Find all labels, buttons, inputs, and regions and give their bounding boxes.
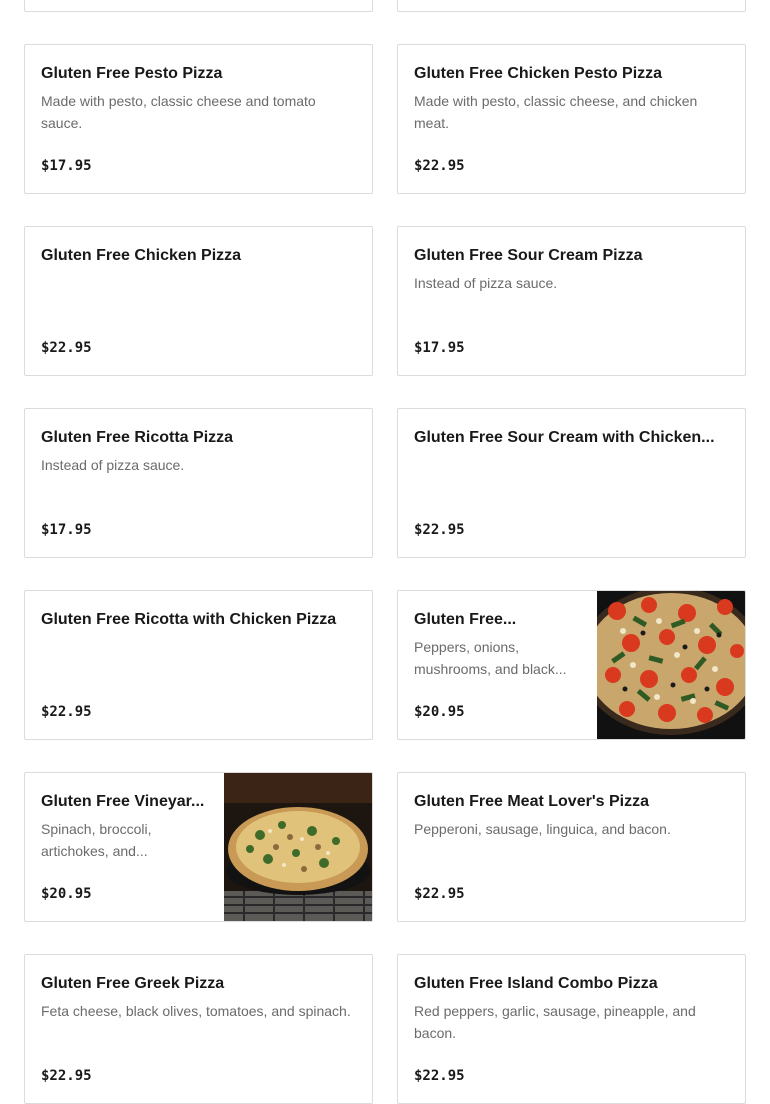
item-description: Spinach, broccoli, artichokes, and... [41, 821, 152, 859]
item-description: Instead of pizza sauce. [414, 275, 558, 291]
menu-item-card[interactable] [24, 0, 373, 12]
item-name: Gluten Free Sour Cream with Chicken... [414, 429, 715, 446]
item-price: $17.95 [41, 522, 92, 538]
menu-item-card[interactable]: Gluten Free Island Combo Pizza Red peppe… [397, 954, 746, 1104]
item-price: $17.95 [414, 340, 465, 356]
item-description: Red peppers, garlic, sausage, pineapple,… [414, 1003, 696, 1041]
veggie-pizza-photo[interactable] [597, 591, 745, 739]
item-description: Made with pesto, classic cheese and toma… [41, 93, 316, 131]
menu-item-card[interactable]: Gluten Free Vineyar... Spinach, broccoli… [24, 772, 373, 922]
item-description: Feta cheese, black olives, tomatoes, and… [41, 1003, 351, 1019]
menu-item-card[interactable]: Gluten Free Chicken Pesto Pizza Made wit… [397, 44, 746, 194]
item-description: Made with pesto, classic cheese, and chi… [414, 93, 698, 131]
menu-item-card[interactable]: Gluten Free Greek Pizza Feta cheese, bla… [24, 954, 373, 1104]
item-name: Gluten Free... [414, 611, 517, 628]
menu-item-card[interactable]: Gluten Free Pesto Pizza Made with pesto,… [24, 44, 373, 194]
menu-item-card[interactable]: Gluten Free Ricotta Pizza Instead of piz… [24, 408, 373, 558]
item-name: Gluten Free Ricotta Pizza [41, 429, 234, 446]
menu-item-card[interactable]: Gluten Free Sour Cream Pizza Instead of … [397, 226, 746, 376]
item-name: Gluten Free Pesto Pizza [41, 65, 223, 82]
item-price: $22.95 [414, 1068, 465, 1084]
item-name: Gluten Free Island Combo Pizza [414, 975, 658, 992]
item-price: $20.95 [41, 886, 92, 902]
item-name: Gluten Free Chicken Pesto Pizza [414, 65, 663, 82]
item-description: Peppers, onions, mushrooms, and black... [414, 639, 567, 677]
item-description: Pepperoni, sausage, linguica, and bacon. [414, 821, 671, 837]
item-name: Gluten Free Ricotta with Chicken Pizza [41, 611, 337, 628]
menu-item-card[interactable]: Gluten Free Sour Cream with Chicken... $… [397, 408, 746, 558]
menu-item-card[interactable]: Gluten Free... Peppers, onions, mushroom… [397, 590, 746, 740]
item-name: Gluten Free Sour Cream Pizza [414, 247, 643, 264]
menu-item-card[interactable]: Gluten Free Ricotta with Chicken Pizza $… [24, 590, 373, 740]
item-name: Gluten Free Vineyar... [41, 793, 205, 810]
item-price: $22.95 [41, 340, 92, 356]
item-price: $17.95 [41, 158, 92, 174]
item-description: Instead of pizza sauce. [41, 457, 185, 473]
item-name: Gluten Free Greek Pizza [41, 975, 225, 992]
item-name: Gluten Free Meat Lover's Pizza [414, 793, 649, 810]
item-price: $20.95 [414, 704, 465, 720]
menu-item-card[interactable]: Gluten Free Meat Lover's Pizza Pepperoni… [397, 772, 746, 922]
item-name: Gluten Free Chicken Pizza [41, 247, 242, 264]
menu-item-card[interactable]: Gluten Free Chicken Pizza $22.95 [24, 226, 373, 376]
item-price: $22.95 [414, 886, 465, 902]
menu-item-card[interactable] [397, 0, 746, 12]
item-price: $22.95 [41, 704, 92, 720]
item-price: $22.95 [414, 522, 465, 538]
item-price: $22.95 [414, 158, 465, 174]
menu-item-grid: Gluten Free Pesto Pizza Made with pesto,… [24, 0, 746, 1104]
vineyard-pizza-photo[interactable] [224, 773, 372, 921]
item-price: $22.95 [41, 1068, 92, 1084]
